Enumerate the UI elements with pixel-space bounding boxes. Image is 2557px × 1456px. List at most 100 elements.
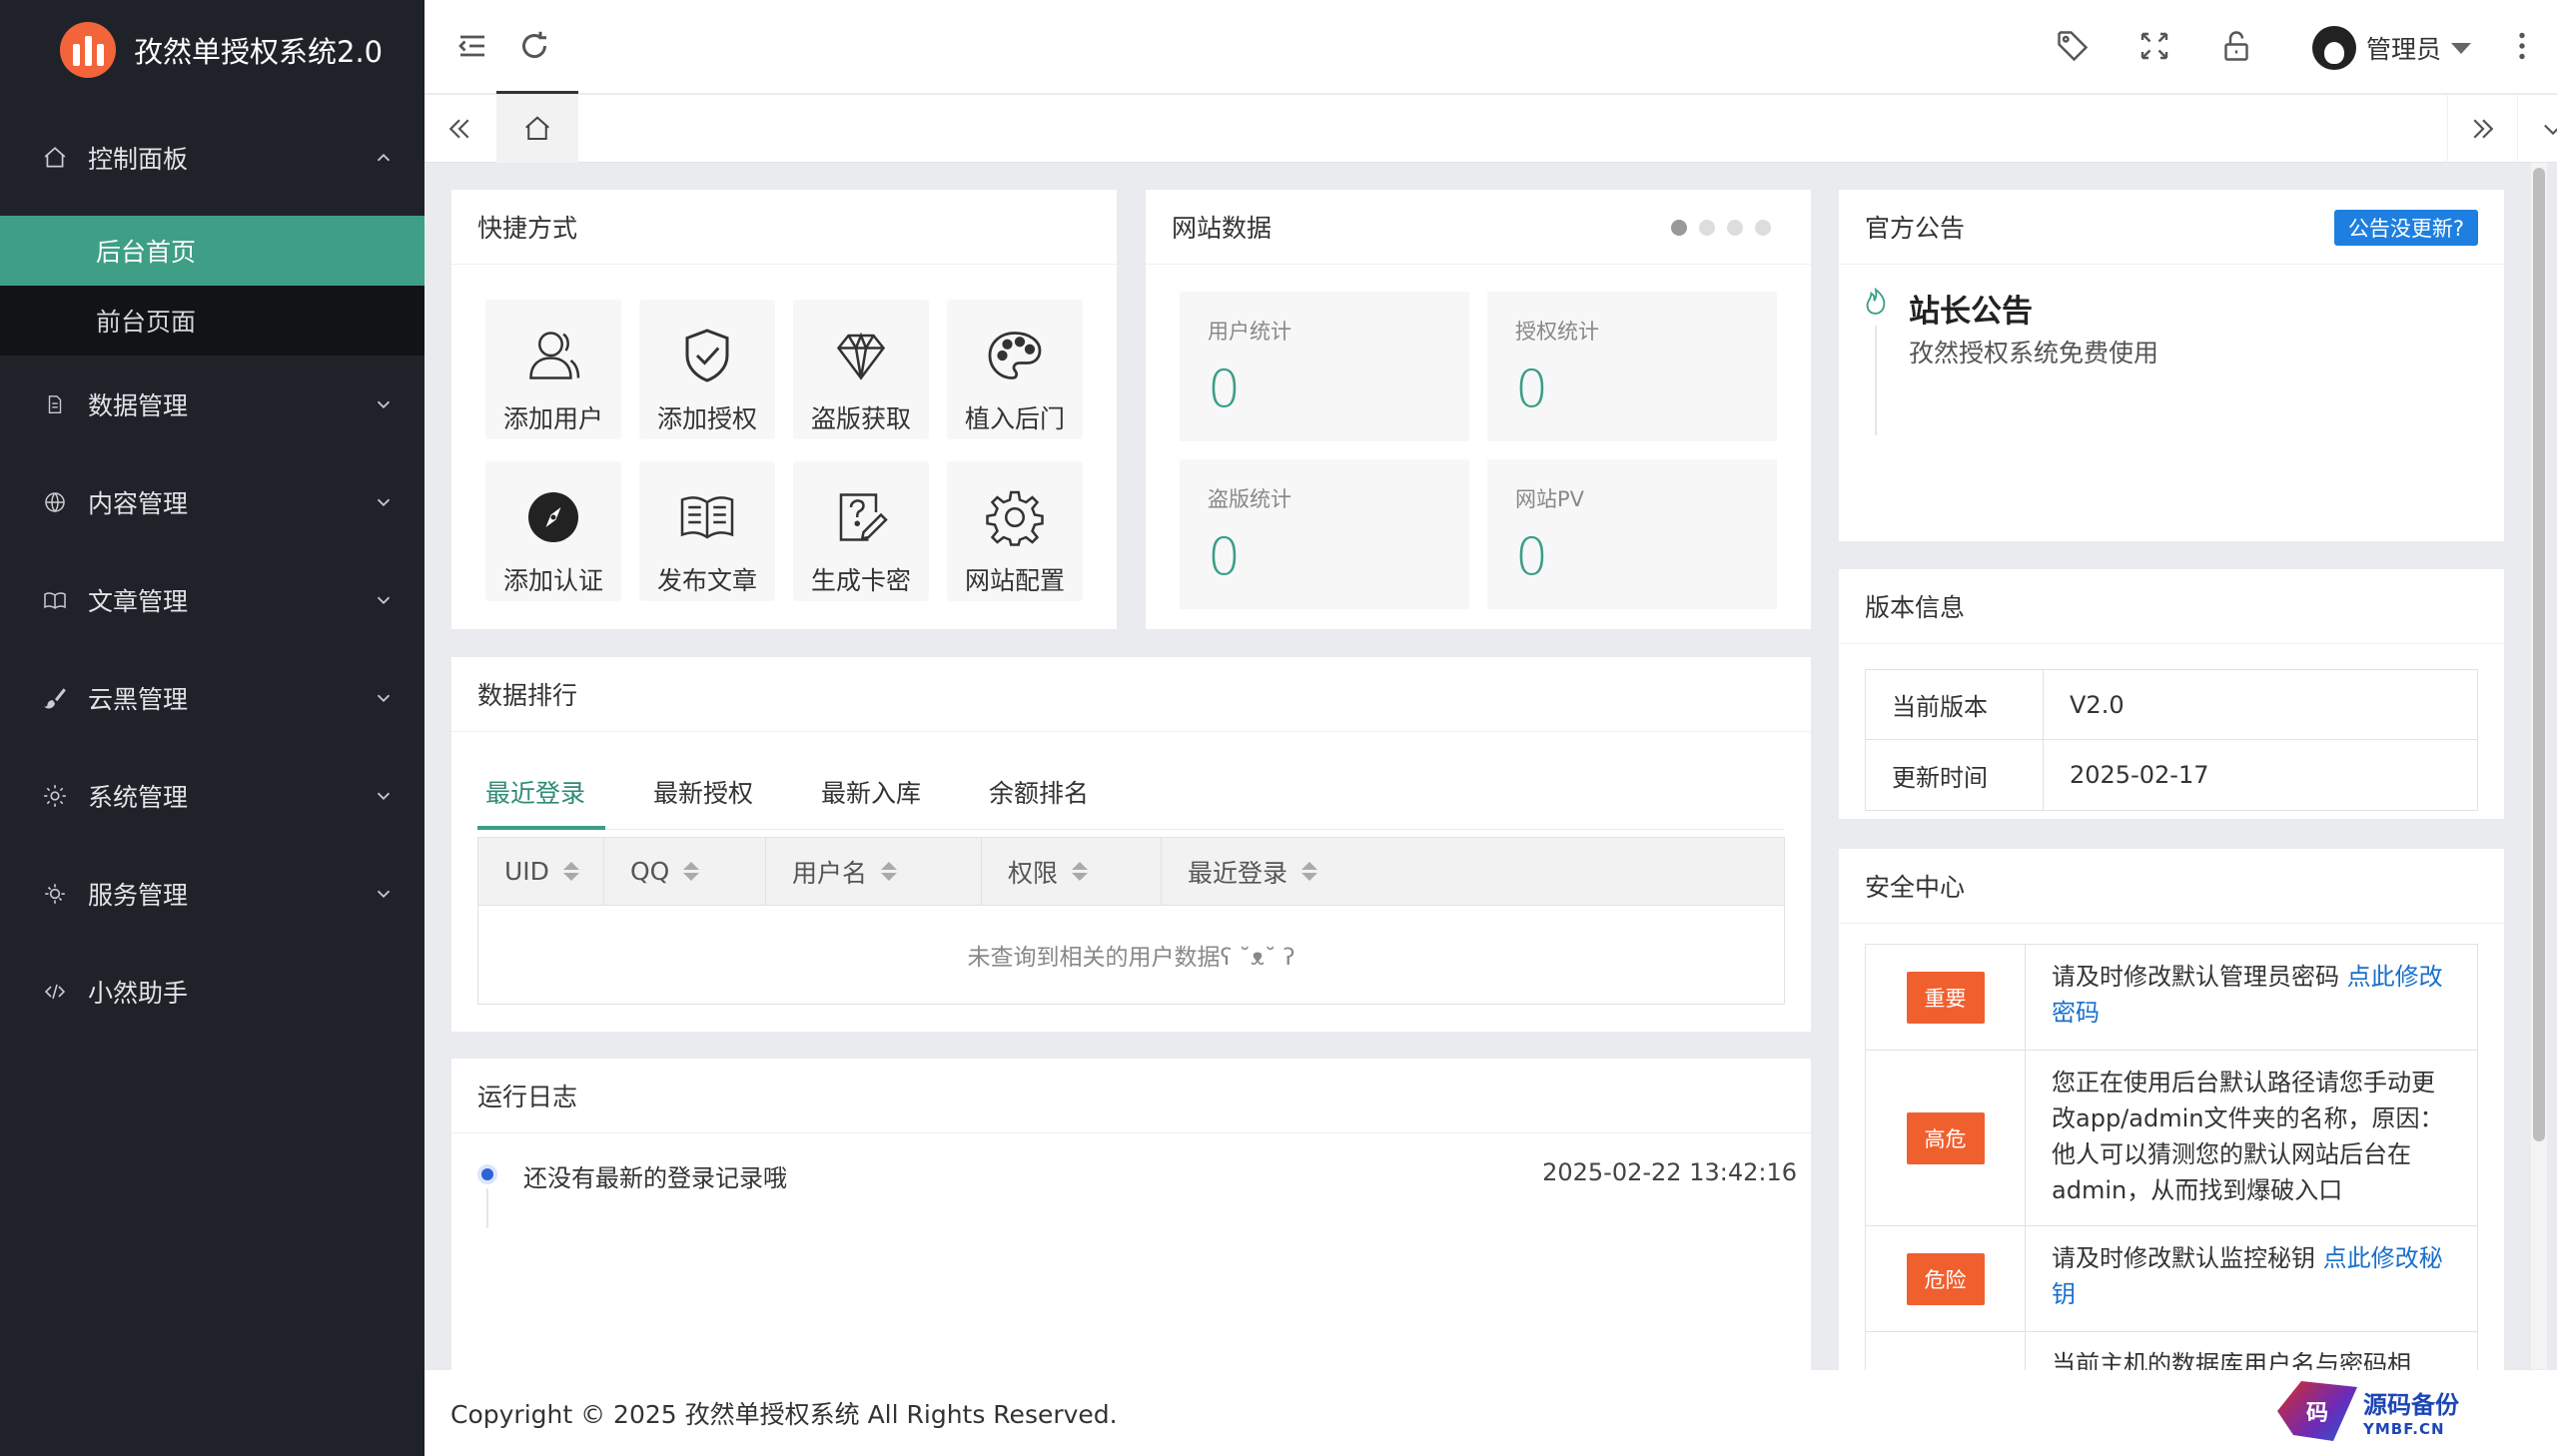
fullscreen-icon[interactable] [2136,28,2172,64]
user-menu[interactable]: 管理员 [2311,26,2471,70]
sidebar-subitem-admin-home[interactable]: 后台首页 [0,216,425,286]
chevron-up-icon [377,153,391,162]
watermark-icon-text: 码 [2305,1401,2328,1426]
sidebar-item-cloud-black[interactable]: 云黑管理 [0,649,425,747]
watermark-icon: 码 [2277,1381,2357,1441]
announcement-heading: 站长公告 [1909,294,2033,330]
col-label: 权限 [1008,858,1059,888]
tabs-dropdown[interactable] [2517,95,2557,163]
lock-icon[interactable] [2218,28,2254,64]
brush-icon [40,683,70,713]
col-uid[interactable]: UID [478,838,604,905]
sidebar-item-dashboard[interactable]: 控制面板 [0,100,425,216]
badge-cell: 重要 [1866,945,2026,1050]
security-panel: 安全中心 重要 请及时修改默认管理员密码 点此修改密码 高危 您正在使用后台默认… [1839,849,2504,1370]
sidebar-item-label: 数据管理 [88,391,189,420]
security-message: 请及时修改默认监控秘钥 点此修改秘钥 [2026,1226,2477,1331]
sidebar-item-label: 文章管理 [88,587,189,616]
site-data-panel: 网站数据 用户统计 0 授权统计 0 盗版统计 0 网站PV 0 [1146,190,1811,629]
quick-generate-card[interactable]: 生成卡密 [793,461,929,601]
chevron-down-icon [377,890,391,899]
sidebar-item-assistant[interactable]: 小然助手 [0,943,425,1041]
menu-fold-icon[interactable] [454,28,490,64]
home-icon [40,143,70,173]
carousel-dot[interactable] [1671,220,1687,236]
quick-backdoor[interactable]: 植入后门 [947,300,1083,439]
refresh-icon[interactable] [516,28,552,64]
sidebar-item-content[interactable]: 内容管理 [0,453,425,551]
stat-label: 盗版统计 [1208,487,1291,511]
quick-add-license[interactable]: 添加授权 [639,300,775,439]
cog-icon [986,490,1044,546]
stat-label: 网站PV [1515,487,1585,511]
stat-value: 0 [1515,360,1549,419]
col-last-login[interactable]: 最近登录 [1162,838,1784,905]
panel-title: 安全中心 [1839,849,2504,924]
timeline-line [486,1188,488,1228]
tag-icon[interactable] [2055,28,2091,64]
sidebar-item-articles[interactable]: 文章管理 [0,551,425,649]
log-time: 2025-02-22 13:42:16 [1542,1158,1797,1186]
sort-icon [1072,862,1089,881]
quick-site-config[interactable]: 网站配置 [947,461,1083,601]
tab-latest-stock[interactable]: 最新入库 [813,754,929,829]
quick-piracy[interactable]: 盗版获取 [793,300,929,439]
caret-down-icon [2451,42,2471,54]
panel-title: 快捷方式 [451,190,1117,265]
col-username[interactable]: 用户名 [766,838,982,905]
sidebar-item-data[interactable]: 数据管理 [0,356,425,453]
quick-label: 网站配置 [964,566,1065,595]
stat-value: 0 [1208,360,1242,419]
stat-card-piracy: 盗版统计 0 [1180,459,1469,609]
book-icon [40,585,70,615]
diamond-icon [836,332,886,380]
badge-cell [1866,1332,2026,1370]
quick-label: 添加认证 [502,566,603,595]
page-tabbar [425,95,2557,163]
security-message: 您正在使用后台默认路径请您手动更改app/admin文件夹的名称，原因：他人可以… [2026,1051,2477,1225]
quick-add-cert[interactable]: 添加认证 [485,461,621,601]
tab-home[interactable] [496,95,578,163]
watermark-logo: 码 源码备份 YMBF.CN [2277,1376,2537,1446]
quick-add-user[interactable]: 添加用户 [485,300,621,439]
scrollbar-thumb[interactable] [2533,168,2545,1141]
carousel-dots[interactable] [1671,220,1771,236]
app-logo[interactable]: 孜然单授权系统2.0 [0,0,425,100]
stat-label: 用户统计 [1208,320,1291,344]
more-vertical-icon[interactable] [2504,28,2540,64]
security-row: 高危 您正在使用后台默认路径请您手动更改app/admin文件夹的名称，原因：他… [1866,1051,2477,1226]
tabs-scroll-left[interactable] [425,95,494,163]
user-icon [529,332,580,379]
update-time-value: 2025-02-17 [2070,761,2209,789]
timeline-line [1875,326,1877,435]
panel-title: 数据排行 [451,657,1811,732]
col-label: 最近登录 [1188,858,1288,888]
sidebar-subitem-frontend[interactable]: 前台页面 [0,286,425,356]
col-permission[interactable]: 权限 [982,838,1162,905]
carousel-dot[interactable] [1755,220,1771,236]
quick-publish-article[interactable]: 发布文章 [639,461,775,601]
watermark-main: 源码备份 [2363,1389,2459,1419]
carousel-dot[interactable] [1699,220,1715,236]
tabs-scroll-right[interactable] [2447,95,2517,163]
tab-latest-license[interactable]: 最新授权 [645,754,761,829]
tab-recent-login[interactable]: 最近登录 [477,754,606,830]
security-message: 请及时修改默认管理员密码 点此修改密码 [2026,945,2477,1050]
status-badge: 重要 [1906,971,1985,1024]
tab-balance-rank[interactable]: 余额排名 [981,754,1097,829]
chevron-down-icon [377,596,391,605]
carousel-dot[interactable] [1727,220,1743,236]
chevron-down-icon [377,498,391,507]
status-badge: 危险 [1906,1252,1985,1305]
sidebar-item-service[interactable]: 服务管理 [0,845,425,943]
file-icon [40,389,70,419]
sidebar-item-label: 云黑管理 [88,685,189,714]
palette-icon [988,332,1042,379]
sidebar-item-system[interactable]: 系统管理 [0,747,425,845]
security-text: 您正在使用后台默认路径请您手动更改app/admin文件夹的名称，原因：他人可以… [2052,1069,2444,1204]
double-chevron-right-icon [2472,119,2493,139]
gear-icon [40,781,70,811]
timeline-dot-icon [477,1164,497,1184]
announcement-update-button[interactable]: 公告没更新? [2333,210,2478,246]
col-qq[interactable]: QQ [604,838,766,905]
